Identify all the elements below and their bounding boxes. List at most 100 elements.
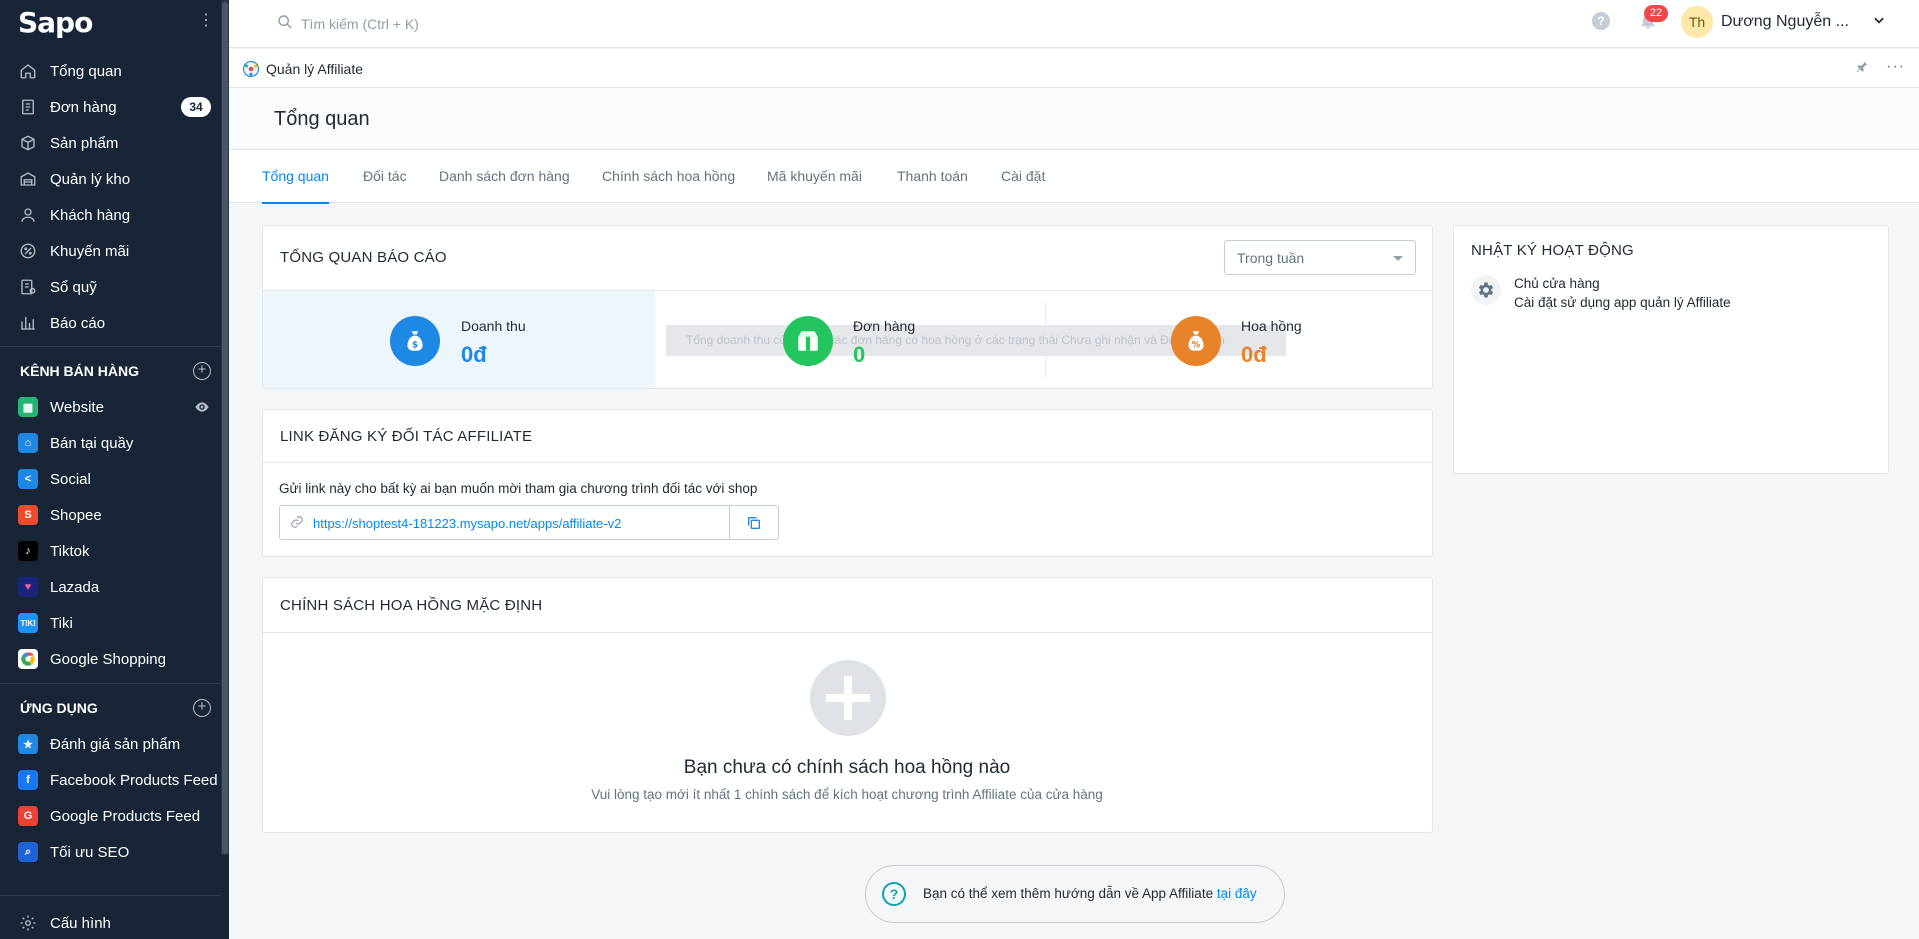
tab-bar: Tổng quan Đối tác Danh sách đơn hàng Chí… — [229, 149, 1919, 204]
link-description: Gửi link này cho bất kỳ ai bạn muốn mời … — [279, 481, 758, 496]
package-icon — [783, 316, 833, 366]
warehouse-icon — [18, 169, 38, 189]
sidebar-item-label: Social — [50, 470, 91, 488]
money-bag-icon: $ — [390, 316, 440, 366]
search-icon — [277, 14, 293, 33]
sidebar-item-orders[interactable]: Đơn hàng 34 — [0, 89, 221, 125]
tab-promo-codes[interactable]: Mã khuyến mãi — [767, 168, 862, 204]
sidebar-item-customers[interactable]: Khách hàng — [0, 197, 221, 233]
tab-payment[interactable]: Thanh toán — [897, 168, 968, 204]
empty-state-subtitle: Vui lòng tạo mới ít nhất 1 chính sách để… — [591, 787, 1103, 802]
gear-icon — [18, 913, 38, 933]
tab-settings[interactable]: Cài đặt — [1001, 168, 1045, 204]
affiliate-link-url[interactable]: https://shoptest4-181223.mysapo.net/apps… — [313, 516, 621, 531]
logo-row: Sapo ⋮ — [0, 0, 221, 48]
lazada-icon: ♥ — [18, 577, 38, 597]
sidebar-menu-icon[interactable]: ⋮ — [196, 10, 216, 32]
period-select[interactable]: Trong tuần — [1224, 240, 1416, 275]
svg-text:$: $ — [412, 341, 418, 351]
stat-value: 0 — [853, 342, 866, 367]
scrollbar-thumb[interactable] — [222, 2, 228, 854]
help-link[interactable]: tại đây — [1217, 886, 1257, 901]
sidebar-item-products[interactable]: Sản phẩm — [0, 125, 221, 161]
social-icon: < — [18, 469, 38, 489]
add-policy-icon[interactable] — [810, 660, 886, 736]
affiliate-app-icon — [242, 60, 260, 78]
activity-action: Cài đặt sử dụng app quản lý Affiliate — [1514, 295, 1731, 310]
sidebar-item-label: Đánh giá sản phẩm — [50, 735, 181, 753]
activity-log-card: NHẬT KÝ HOẠT ĐỘNG — [1453, 225, 1889, 474]
sidebar-item-tiktok[interactable]: ♪ Tiktok — [0, 533, 221, 569]
sidebar-item-label: Sổ quỹ — [50, 278, 97, 296]
user-name[interactable]: Dương Nguyễn ... — [1721, 13, 1849, 31]
search-input[interactable] — [301, 10, 701, 38]
add-channel-icon[interactable]: + — [193, 362, 211, 380]
sapo-logo[interactable]: Sapo — [18, 6, 93, 39]
pos-icon: ⌂ — [18, 433, 38, 453]
pin-icon[interactable] — [1855, 60, 1869, 77]
sidebar-item-label: Tổng quan — [50, 62, 122, 80]
sidebar-item-promotions[interactable]: Khuyến mãi — [0, 233, 221, 269]
sidebar-item-label: Bán tại quầy — [50, 434, 134, 452]
sidebar-item-overview[interactable]: Tổng quan — [0, 53, 221, 89]
tab-overview[interactable]: Tổng quan — [262, 168, 329, 204]
sidebar-item-label: Khuyến mãi — [50, 242, 130, 260]
sidebar-item-facebook-feed[interactable]: f Facebook Products Feed — [0, 762, 221, 798]
app-header: Quản lý Affiliate ··· — [229, 49, 1919, 88]
commission-bag-icon: % — [1171, 316, 1221, 366]
notification-badge: 22 — [1644, 5, 1668, 22]
stat-label: Đơn hàng — [853, 318, 916, 334]
sidebar-item-shopee[interactable]: S Shopee — [0, 497, 221, 533]
card-separator — [263, 632, 1432, 633]
sidebar-item-settings[interactable]: Cấu hình — [0, 905, 221, 939]
cashbook-icon — [18, 277, 38, 297]
sidebar-item-label: Tiki — [50, 614, 73, 632]
affiliate-link-field[interactable]: https://shoptest4-181223.mysapo.net/apps… — [279, 505, 779, 540]
help-text: Bạn có thể xem thêm hướng dẫn về App Aff… — [923, 886, 1257, 901]
sidebar-item-google-shopping[interactable]: Google Shopping — [0, 641, 221, 677]
stat-commission: % Hoa hồng 0đ — [1171, 290, 1421, 387]
sidebar-item-cashbook[interactable]: Sổ quỹ — [0, 269, 221, 305]
sidebar-item-lazada[interactable]: ♥ Lazada — [0, 569, 221, 605]
sidebar-item-reports[interactable]: Báo cáo — [0, 305, 221, 341]
sidebar-item-inventory[interactable]: Quản lý kho — [0, 161, 221, 197]
link-card-title: LINK ĐĂNG KÝ ĐỐI TÁC AFFILIATE — [280, 428, 533, 445]
tab-orders[interactable]: Danh sách đơn hàng — [439, 168, 570, 204]
tab-partners[interactable]: Đối tác — [363, 168, 407, 204]
avatar[interactable]: Th — [1681, 6, 1713, 38]
more-icon[interactable]: ··· — [1886, 58, 1905, 76]
google-shopping-icon — [18, 649, 38, 669]
report-title: TỔNG QUAN BÁO CÁO — [280, 249, 447, 266]
copy-button[interactable] — [729, 506, 778, 539]
shopee-icon: S — [18, 505, 38, 525]
sidebar-item-label: Quản lý kho — [50, 170, 131, 188]
apps-header: ỨNG DỤNG + — [0, 690, 221, 726]
channels-header-label: KÊNH BÁN HÀNG — [20, 363, 139, 379]
sidebar-item-label: Đơn hàng — [50, 98, 117, 116]
stat-orders: Đơn hàng 0 — [783, 290, 1073, 387]
apps-header-label: ỨNG DỤNG — [20, 700, 98, 716]
sidebar-item-label: Google Shopping — [50, 650, 166, 668]
link-icon — [290, 515, 304, 532]
sidebar-item-pos[interactable]: ⌂ Bán tại quầy — [0, 425, 221, 461]
tiktok-icon: ♪ — [18, 541, 38, 561]
user-icon — [18, 205, 38, 225]
home-icon — [18, 61, 38, 81]
help-icon[interactable]: ? — [1592, 12, 1610, 30]
sidebar-item-seo[interactable]: ⌕ Tối ưu SEO — [0, 834, 221, 870]
stat-label: Hoa hồng — [1241, 318, 1302, 334]
chevron-down-icon[interactable] — [1872, 13, 1886, 30]
eye-icon[interactable] — [193, 399, 211, 418]
activity-title: NHẬT KÝ HOẠT ĐỘNG — [1471, 242, 1634, 259]
sidebar-item-social[interactable]: < Social — [0, 461, 221, 497]
tab-commission-policy[interactable]: Chính sách hoa hồng — [602, 168, 735, 204]
sidebar-item-label: Khách hàng — [50, 206, 131, 224]
sidebar-item-label: Cấu hình — [50, 914, 111, 932]
sidebar-item-tiki[interactable]: TIKI Tiki — [0, 605, 221, 641]
add-app-icon[interactable]: + — [193, 699, 211, 717]
sidebar-scrollbar[interactable] — [221, 0, 229, 855]
sidebar-item-google-feed[interactable]: G Google Products Feed — [0, 798, 221, 834]
gear-icon — [1471, 275, 1501, 305]
sidebar-item-website[interactable]: ▦ Website — [0, 389, 221, 425]
sidebar-item-product-reviews[interactable]: ★ Đánh giá sản phẩm — [0, 726, 221, 762]
